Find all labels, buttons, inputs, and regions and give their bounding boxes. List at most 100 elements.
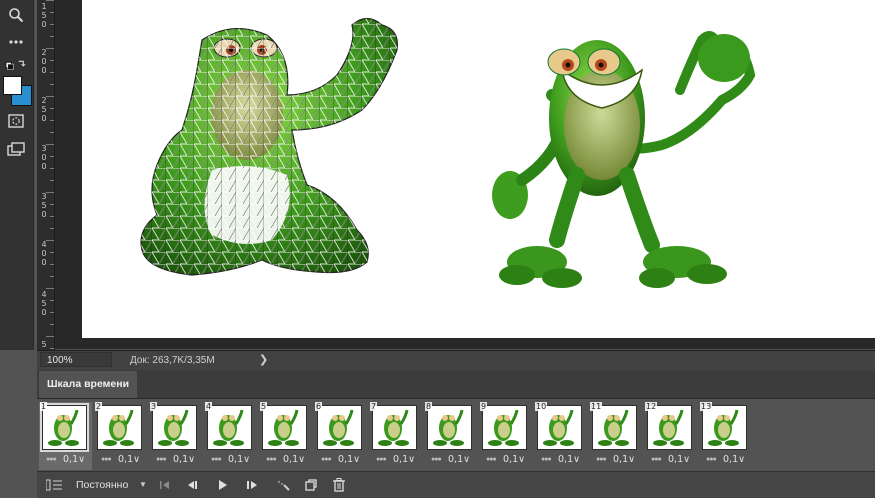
trash-icon[interactable] <box>331 476 347 494</box>
frame-disposal-icon[interactable]: ●●● <box>706 456 717 463</box>
frame-number: 11 <box>590 402 603 411</box>
foreground-color-swatch[interactable] <box>3 76 22 95</box>
frame-thumbnail[interactable] <box>262 405 307 450</box>
ruler-tick <box>46 192 54 193</box>
frame-number: 1 <box>40 402 48 411</box>
duplicate-frame-icon[interactable] <box>303 476 319 494</box>
frog-image <box>492 31 756 288</box>
frame-number: 8 <box>425 402 433 411</box>
animation-frame[interactable]: 11 ●●● 0,1∨ <box>589 402 642 470</box>
animation-frame[interactable]: 7 ●●● 0,1∨ <box>369 402 422 470</box>
status-bar: 100% Док: 263,7K/3,35M ❯ <box>37 350 875 371</box>
frame-thumbnail[interactable] <box>317 405 362 450</box>
frame-disposal-icon[interactable]: ●●● <box>211 456 222 463</box>
frame-delay-select[interactable]: 0,1∨ <box>63 454 85 465</box>
status-menu-arrow-icon[interactable]: ❯ <box>259 353 268 366</box>
ruler-tick <box>50 276 54 277</box>
ruler-tick <box>50 12 54 13</box>
vertical-ruler: 150200250300350400450500 <box>37 0 55 367</box>
frame-disposal-icon[interactable]: ●●● <box>541 456 552 463</box>
frame-disposal-icon[interactable]: ●●● <box>486 456 497 463</box>
chevron-down-icon[interactable]: ▼ <box>139 476 147 494</box>
color-swatches[interactable] <box>3 76 33 106</box>
more-tools-icon[interactable] <box>5 32 27 52</box>
ruler-tick <box>50 108 54 109</box>
frame-delay-select[interactable]: 0,1∨ <box>558 454 580 465</box>
animation-frame[interactable]: 13 ●●● 0,1∨ <box>699 402 752 470</box>
first-frame-icon[interactable] <box>157 476 173 494</box>
ruler-tick <box>46 96 54 97</box>
frame-delay-select[interactable]: 0,1∨ <box>283 454 305 465</box>
frame-number: 12 <box>645 402 658 411</box>
frame-thumbnail[interactable] <box>482 405 527 450</box>
frame-thumbnail[interactable] <box>152 405 197 450</box>
previous-frame-icon[interactable] <box>185 476 201 494</box>
timeline-controls: Постоянно ▼ <box>37 471 875 498</box>
frame-delay-select[interactable]: 0,1∨ <box>118 454 140 465</box>
frame-thumbnail[interactable] <box>647 405 692 450</box>
ruler-label: 250 <box>41 96 47 123</box>
animation-frame[interactable]: 2 ●●● 0,1∨ <box>94 402 147 470</box>
frame-thumbnail[interactable] <box>702 405 747 450</box>
animation-frame[interactable]: 1 ●●● 0,1∨ <box>39 402 92 470</box>
screen-mode-icon[interactable] <box>5 139 27 159</box>
frame-number: 3 <box>150 402 158 411</box>
frame-delay-select[interactable]: 0,1∨ <box>668 454 690 465</box>
frame-delay-select[interactable]: 0,1∨ <box>393 454 415 465</box>
frame-delay-select[interactable]: 0,1∨ <box>503 454 525 465</box>
zoom-level-field[interactable]: 100% <box>40 352 112 367</box>
animation-frame[interactable]: 9 ●●● 0,1∨ <box>479 402 532 470</box>
tween-icon[interactable] <box>275 476 291 494</box>
ruler-label: 200 <box>41 48 47 75</box>
animation-frame[interactable]: 4 ●●● 0,1∨ <box>204 402 257 470</box>
frame-delay-select[interactable]: 0,1∨ <box>228 454 250 465</box>
quick-mask-icon[interactable] <box>5 111 27 131</box>
frame-disposal-icon[interactable]: ●●● <box>376 456 387 463</box>
frame-thumbnail[interactable] <box>427 405 472 450</box>
animation-frame[interactable]: 3 ●●● 0,1∨ <box>149 402 202 470</box>
frame-delay-select[interactable]: 0,1∨ <box>448 454 470 465</box>
animation-frame[interactable]: 10 ●●● 0,1∨ <box>534 402 587 470</box>
document-canvas[interactable] <box>82 0 875 338</box>
tab-timeline[interactable]: Шкала времени <box>39 371 138 398</box>
frame-thumbnail[interactable] <box>40 403 89 452</box>
frame-thumbnail[interactable] <box>592 405 637 450</box>
ruler-label: 300 <box>41 144 47 171</box>
next-frame-icon[interactable] <box>244 476 260 494</box>
ruler-label: 150 <box>41 2 47 29</box>
timeline-menu-icon[interactable] <box>43 476 65 494</box>
frame-disposal-icon[interactable]: ●●● <box>431 456 442 463</box>
tools-panel <box>0 0 34 350</box>
animation-frame[interactable]: 6 ●●● 0,1∨ <box>314 402 367 470</box>
ruler-tick <box>50 60 54 61</box>
play-icon[interactable] <box>215 476 231 494</box>
meshed-frog-image <box>140 17 399 276</box>
frame-delay-select[interactable]: 0,1∨ <box>338 454 360 465</box>
swap-colors-icon[interactable] <box>5 55 27 75</box>
frame-disposal-icon[interactable]: ●●● <box>266 456 277 463</box>
animation-frame[interactable]: 5 ●●● 0,1∨ <box>259 402 312 470</box>
frame-delay-select[interactable]: 0,1∨ <box>613 454 635 465</box>
frame-number: 5 <box>260 402 268 411</box>
frame-thumbnail[interactable] <box>372 405 417 450</box>
animation-frame[interactable]: 12 ●●● 0,1∨ <box>644 402 697 470</box>
frame-thumbnail[interactable] <box>207 405 252 450</box>
frame-disposal-icon[interactable]: ●●● <box>596 456 607 463</box>
ruler-tick <box>50 228 54 229</box>
timeline-panel: Шкала времени 1 ●●● 0,1∨ 2 ●●● 0,1∨ 3 ●●● 0,1∨ 4 ●… <box>37 370 875 498</box>
animation-frame[interactable]: 8 ●●● 0,1∨ <box>424 402 477 470</box>
frame-disposal-icon[interactable]: ●●● <box>321 456 332 463</box>
frame-disposal-icon[interactable]: ●●● <box>156 456 167 463</box>
frame-number: 4 <box>205 402 213 411</box>
frame-disposal-icon[interactable]: ●●● <box>101 456 112 463</box>
ruler-tick <box>46 288 54 289</box>
frame-disposal-icon[interactable]: ●●● <box>46 456 57 463</box>
frame-disposal-icon[interactable]: ●●● <box>651 456 662 463</box>
frame-thumbnail[interactable] <box>537 405 582 450</box>
frame-delay-select[interactable]: 0,1∨ <box>723 454 745 465</box>
ruler-tick <box>50 168 54 169</box>
zoom-tool-icon[interactable] <box>5 5 27 25</box>
frame-thumbnail[interactable] <box>97 405 142 450</box>
frame-delay-select[interactable]: 0,1∨ <box>173 454 195 465</box>
ruler-tick <box>50 204 54 205</box>
